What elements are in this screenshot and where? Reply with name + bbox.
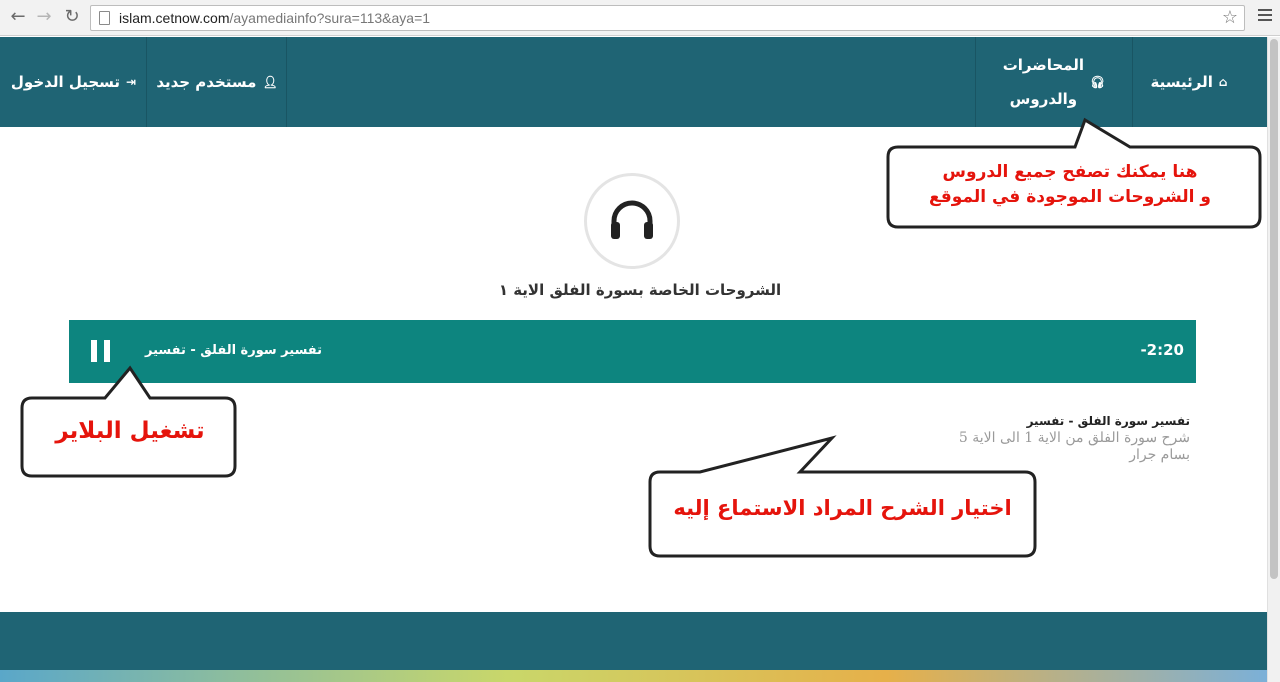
reload-icon[interactable]: ↻ bbox=[62, 7, 82, 27]
nav-login[interactable]: ⇥ تسجيل الدخول bbox=[0, 37, 147, 127]
nav-lectures-line1: المحاضرات bbox=[1002, 56, 1085, 74]
lecture-title[interactable]: تفسير سورة الفلق - تفسير bbox=[900, 412, 1190, 430]
browser-menu-icon[interactable] bbox=[1258, 9, 1272, 23]
login-icon: ⇥ bbox=[126, 75, 137, 89]
nav-home[interactable]: ⌂ الرئيسية bbox=[1131, 37, 1247, 127]
site-header: ⌂ الرئيسية 🎧︎ المحاضرات والدروس 👤︎ مستخد… bbox=[0, 37, 1267, 127]
page-icon bbox=[99, 11, 110, 25]
site-footer bbox=[0, 612, 1267, 670]
list-item[interactable]: تفسير سورة الفلق - تفسير شرح سورة الفلق … bbox=[900, 412, 1190, 464]
headphones-icon: 🎧︎ bbox=[1090, 75, 1106, 89]
nav-lectures-line2: والدروس bbox=[1009, 90, 1078, 108]
url-path: /ayamediainfo?sura=113&aya=1 bbox=[229, 10, 431, 26]
nav-lectures-label: المحاضرات والدروس bbox=[1003, 48, 1084, 116]
address-bar[interactable]: islam.cetnow.com/ayamediainfo?sura=113&a… bbox=[90, 5, 1245, 31]
player-time-remaining: -2:20 bbox=[1140, 341, 1184, 359]
scrollbar-thumb[interactable] bbox=[1270, 39, 1278, 579]
add-user-icon: 👤︎ bbox=[262, 75, 278, 89]
home-icon: ⌂ bbox=[1218, 75, 1228, 89]
pause-button[interactable] bbox=[91, 340, 111, 362]
browser-toolbar: ← → ↻ islam.cetnow.com/ayamediainfo?sura… bbox=[0, 0, 1280, 36]
player-track-title: تفسير سورة الفلق - تفسير bbox=[145, 343, 323, 358]
nav-login-label: تسجيل الدخول bbox=[10, 73, 121, 91]
nav-lectures[interactable]: 🎧︎ المحاضرات والدروس bbox=[975, 37, 1133, 127]
lecture-author: بسام جرار bbox=[1129, 447, 1190, 463]
url-host: islam.cetnow.com bbox=[119, 10, 230, 26]
audio-player: تفسير سورة الفلق - تفسير -2:20 bbox=[69, 320, 1196, 383]
back-icon[interactable]: ← bbox=[8, 7, 28, 27]
desktop-background bbox=[0, 670, 1267, 682]
headphones-icon bbox=[584, 173, 680, 269]
callout-choose: اختيار الشرح المراد الاستماع إليه bbox=[673, 496, 1012, 520]
lecture-description: شرح سورة الفلق من الاية 1 الى الاية 5 bbox=[958, 430, 1190, 446]
bookmark-star-icon[interactable]: ☆ bbox=[1222, 7, 1238, 28]
nav-new-user-label: مستخدم جديد bbox=[156, 73, 257, 91]
nav-home-label: الرئيسية bbox=[1150, 73, 1213, 91]
url-text: islam.cetnow.com/ayamediainfo?sura=113&a… bbox=[119, 10, 430, 26]
nav-new-user[interactable]: 👤︎ مستخدم جديد bbox=[147, 37, 287, 127]
scrollbar[interactable] bbox=[1267, 37, 1280, 682]
callout-player: تشغيل البلاير bbox=[55, 418, 205, 444]
callout-browse: هنا يمكنك تصفح جميع الدروس و الشروحات ال… bbox=[900, 160, 1240, 210]
callout-browse-line2: و الشروحات الموجودة في الموقع bbox=[929, 187, 1211, 207]
forward-icon[interactable]: → bbox=[34, 7, 54, 27]
callout-browse-line1: هنا يمكنك تصفح جميع الدروس bbox=[942, 162, 1198, 182]
page-title: الشروحات الخاصة بسورة الفلق الاية ١ bbox=[498, 281, 782, 299]
